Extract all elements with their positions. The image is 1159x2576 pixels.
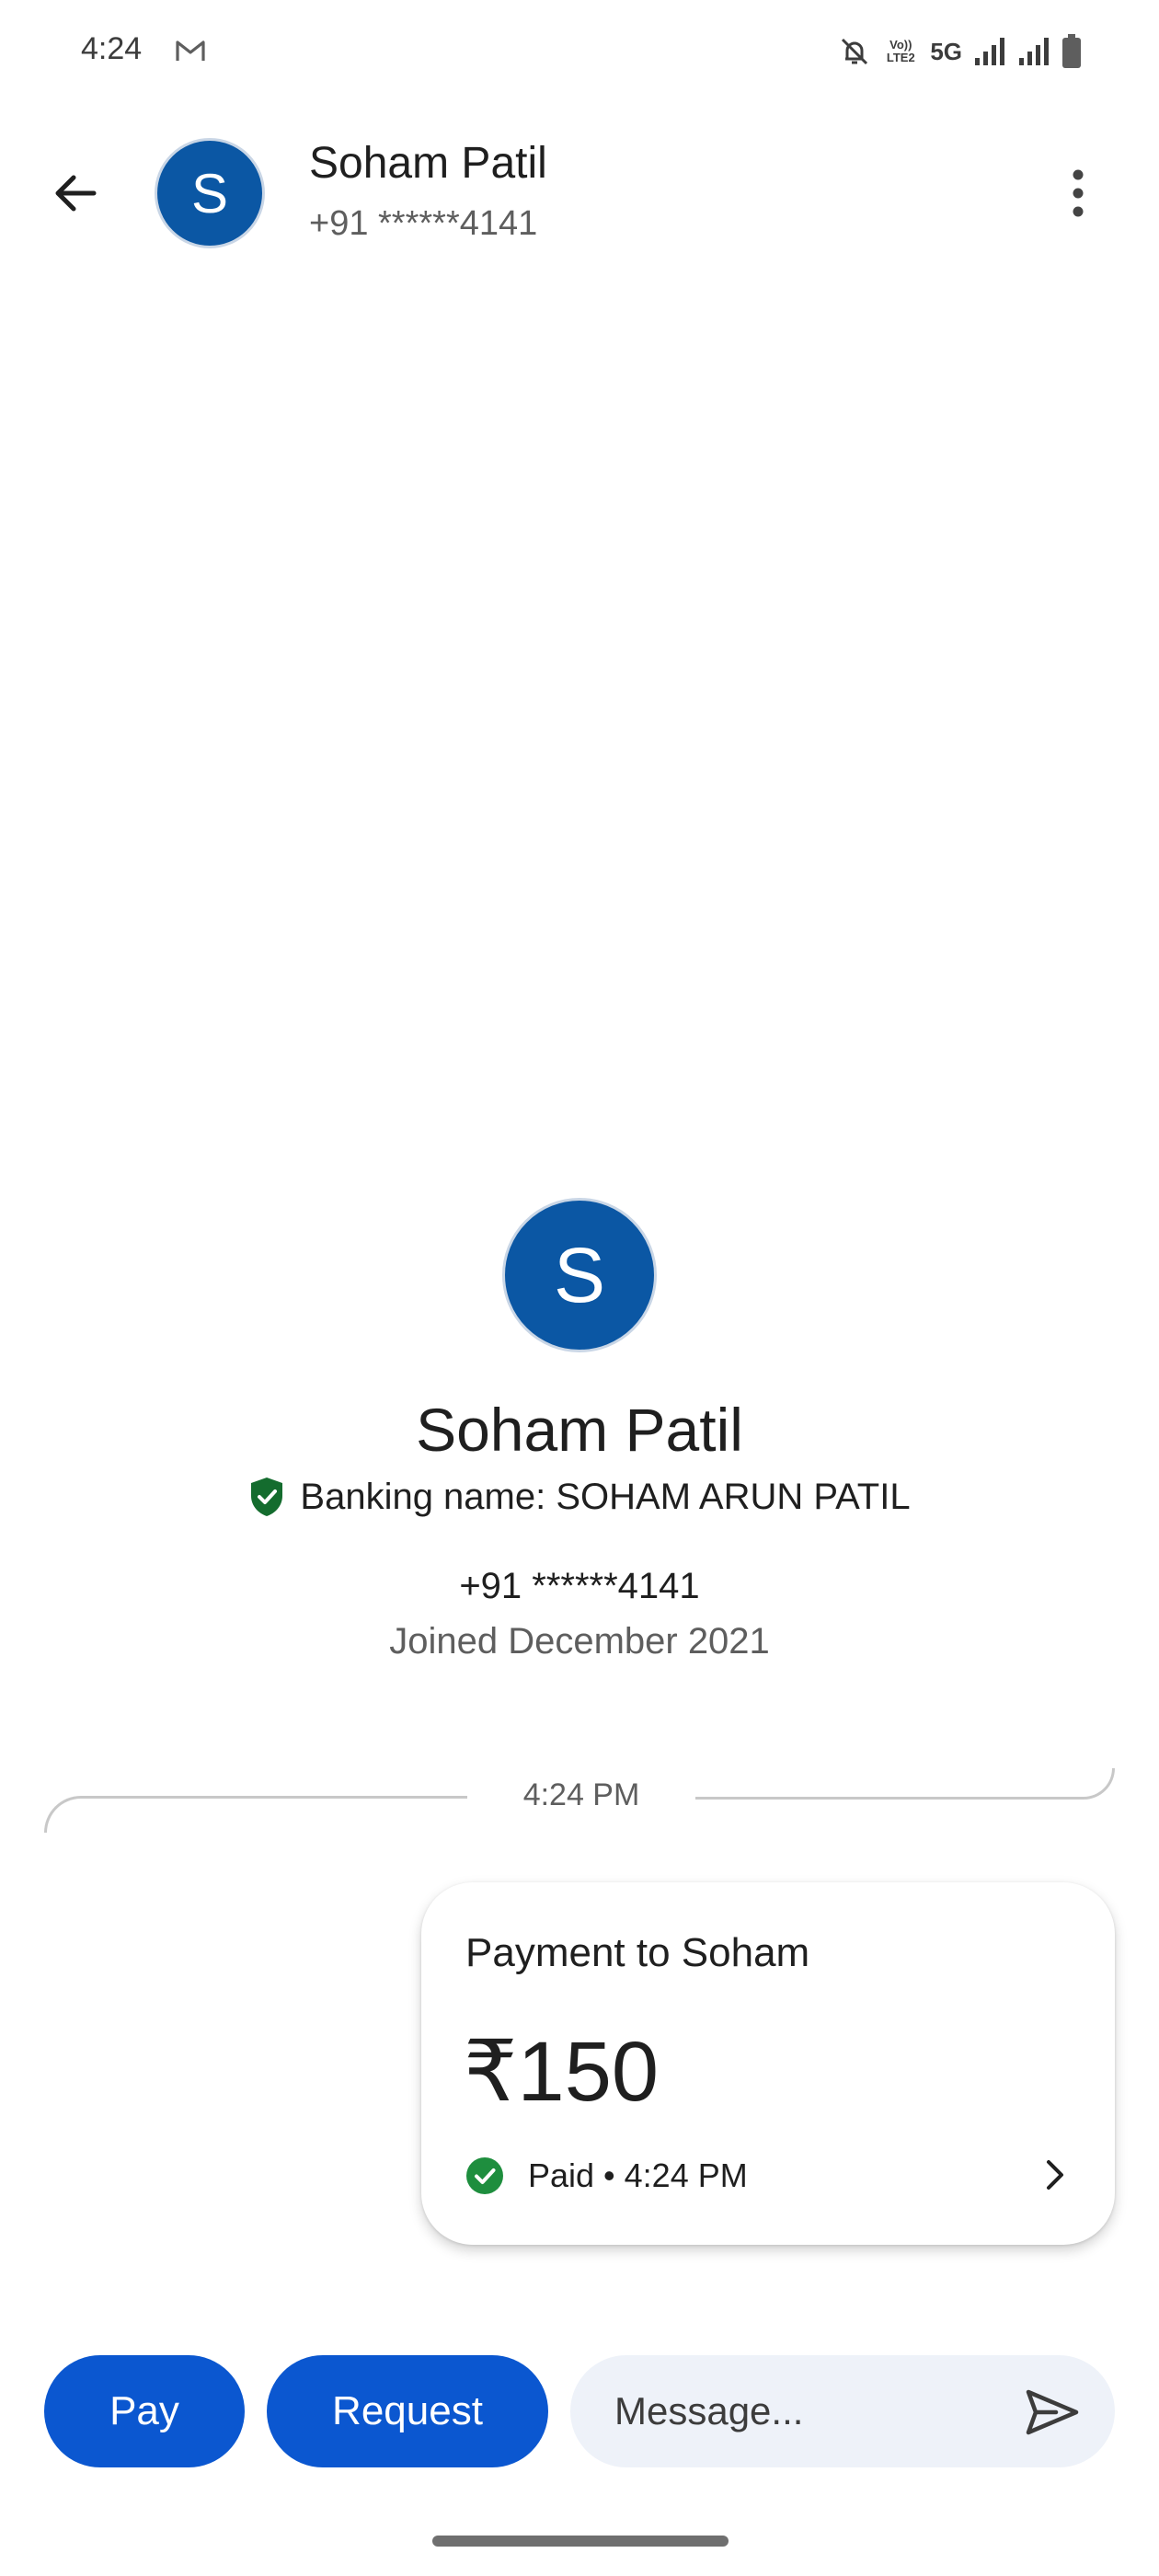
app-bar: S Soham Patil +91 ******4141 xyxy=(0,129,1159,258)
chevron-right-icon xyxy=(1047,2160,1063,2190)
payment-title: Payment to Soham xyxy=(465,1930,810,1975)
payment-details-chevron[interactable] xyxy=(1034,2155,1074,2195)
avatar[interactable]: S xyxy=(155,138,265,248)
profile-phone: +91 ******4141 xyxy=(459,1566,700,1606)
arrow-left-icon xyxy=(55,175,97,212)
contact-phone: +91 ******4141 xyxy=(309,204,538,243)
status-bar: 4:24 Vo)) LTE2 5G xyxy=(0,0,1159,101)
verified-shield-icon xyxy=(251,1478,283,1516)
battery-icon xyxy=(1062,34,1081,68)
bell-off-icon xyxy=(842,38,868,65)
gmail-icon xyxy=(176,40,205,61)
send-icon xyxy=(1026,2389,1079,2435)
signal-icon xyxy=(975,38,1004,65)
volte-indicator: Vo)) LTE2 xyxy=(886,38,915,64)
banking-name-row: Banking name: SOHAM ARUN PATIL xyxy=(0,1476,1159,1518)
payment-status: Paid • 4:24 PM xyxy=(528,2156,748,2194)
message-input[interactable] xyxy=(614,2383,982,2440)
payment-status-row: Paid • 4:24 PM xyxy=(465,2156,748,2195)
more-options-button[interactable] xyxy=(1049,164,1107,223)
divider-line xyxy=(695,1768,1115,1800)
message-field[interactable] xyxy=(570,2355,1115,2467)
payment-amount: ₹150 xyxy=(464,2025,660,2119)
signal-icon xyxy=(1019,38,1049,65)
payment-card[interactable]: Payment to Soham ₹150 Paid • 4:24 PM xyxy=(421,1882,1115,2245)
message-timestamp: 4:24 PM xyxy=(522,1777,640,1812)
request-button[interactable]: Request xyxy=(267,2355,548,2467)
banking-name: Banking name: SOHAM ARUN PATIL xyxy=(300,1476,911,1517)
joined-date: Joined December 2021 xyxy=(389,1621,770,1662)
profile-avatar: S xyxy=(502,1198,657,1352)
network-type: 5G xyxy=(930,37,962,65)
check-circle-icon xyxy=(466,2157,503,2194)
status-icons: Vo)) LTE2 5G xyxy=(838,33,1082,70)
send-button[interactable] xyxy=(1023,2383,1082,2442)
status-time: 4:24 xyxy=(81,31,143,66)
contact-name[interactable]: Soham Patil xyxy=(309,138,547,189)
profile-name: Soham Patil xyxy=(416,1396,743,1464)
pay-button[interactable]: Pay xyxy=(44,2355,245,2467)
divider-line xyxy=(44,1796,467,1833)
home-indicator[interactable] xyxy=(432,2536,729,2547)
back-button[interactable] xyxy=(46,164,105,223)
more-vertical-icon xyxy=(1073,169,1084,217)
